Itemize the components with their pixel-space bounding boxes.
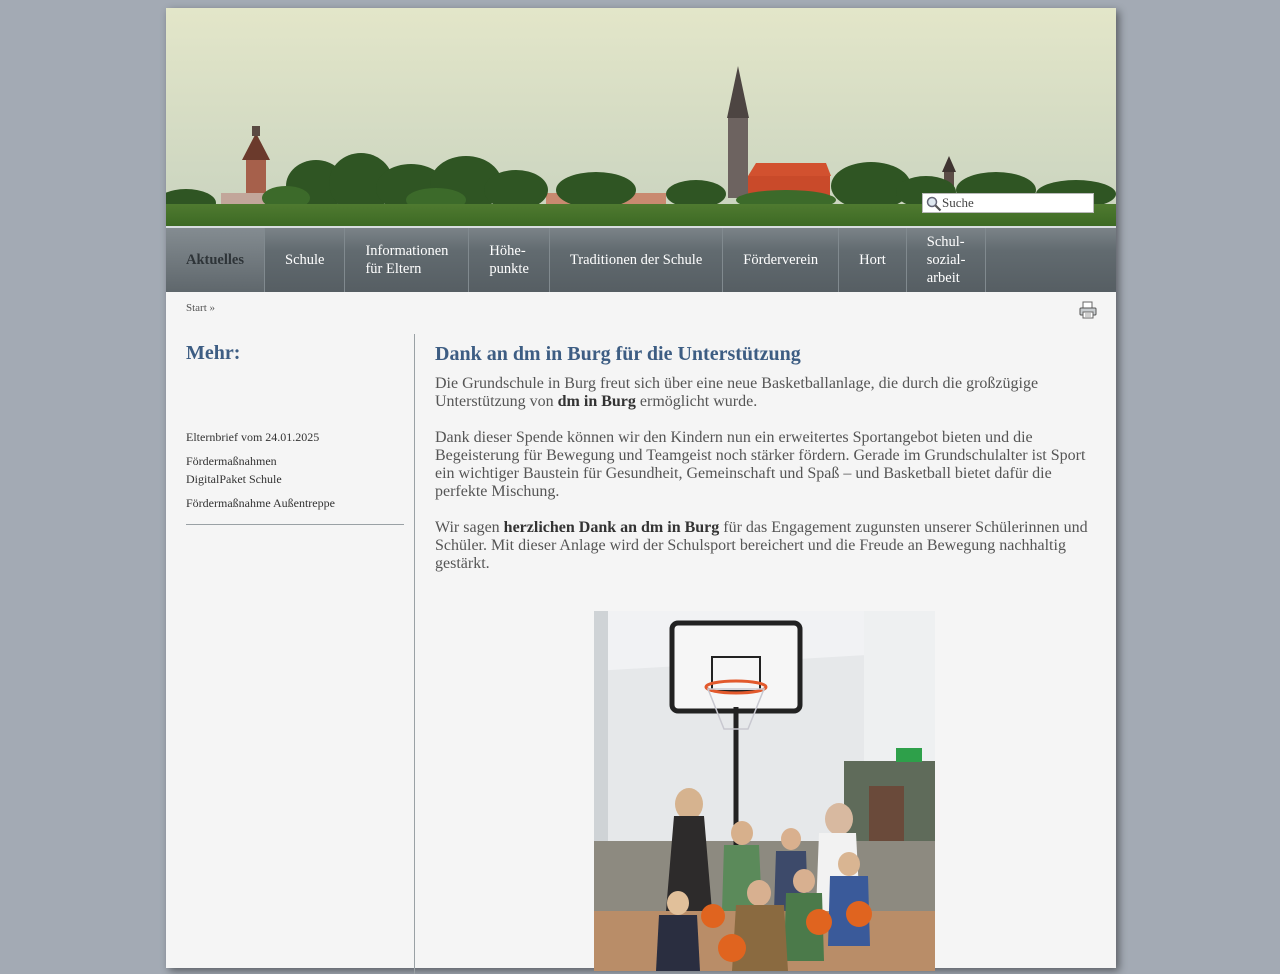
- page-container: Aktuelles Schule Informationen für Elter…: [166, 8, 1116, 974]
- search-box[interactable]: [922, 193, 1094, 213]
- sidebar-divider: [186, 524, 404, 525]
- search-icon: [926, 196, 942, 212]
- article-bold-dm: dm in Burg: [557, 393, 636, 410]
- nav-item-foerderverein[interactable]: Förderverein: [723, 228, 840, 292]
- nav-item-traditionen[interactable]: Traditionen der Schule: [550, 228, 724, 292]
- nav-item-hoehepunkte[interactable]: Höhe- punkte: [469, 228, 550, 292]
- article-bold-thanks: herzlichen Dank an dm in Burg: [503, 519, 720, 536]
- basketball-photo: [594, 611, 935, 971]
- sidebar: Mehr: Elternbrief vom 24.01.2025 Förderm…: [186, 342, 404, 525]
- nav-item-hort[interactable]: Hort: [839, 228, 907, 292]
- sidebar-item-digitalpaket[interactable]: DigitalPaket Schule: [186, 470, 404, 488]
- article-paragraph-1: Die Grundschule in Burg freut sich über …: [435, 375, 1039, 410]
- article-photo: [594, 611, 935, 971]
- printer-icon[interactable]: [1079, 301, 1097, 319]
- article-title: Dank an dm in Burg für die Unterstützung: [435, 343, 801, 365]
- sidebar-item-elternbrief[interactable]: Elternbrief vom 24.01.2025: [186, 428, 404, 446]
- sidebar-item-aussentreppe[interactable]: Fördermaßnahme Außentreppe: [186, 494, 404, 512]
- sidebar-list: Elternbrief vom 24.01.2025 Fördermaßnahm…: [186, 428, 404, 512]
- sidebar-item-foerdermassnahmen[interactable]: Fördermaßnahmen: [186, 452, 404, 470]
- breadcrumb[interactable]: Start »: [186, 302, 215, 314]
- article-paragraph-2: Dank dieser Spende können wir den Kinder…: [435, 429, 1086, 500]
- sidebar-title: Mehr:: [186, 342, 241, 364]
- nav-item-schulsozialarbeit[interactable]: Schul- sozial- arbeit: [907, 228, 987, 292]
- header-banner: [166, 8, 1116, 226]
- main-navigation: Aktuelles Schule Informationen für Elter…: [166, 226, 1116, 292]
- nav-item-schule[interactable]: Schule: [265, 228, 346, 292]
- search-input[interactable]: [942, 194, 1092, 212]
- nav-item-aktuelles[interactable]: Aktuelles: [166, 228, 265, 292]
- nav-item-informationen-fuer-eltern[interactable]: Informationen für Eltern: [345, 228, 470, 292]
- article-paragraph-3: Wir sagen herzlichen Dank an dm in Burg …: [435, 519, 1088, 572]
- column-divider: [414, 334, 415, 974]
- article: Dank an dm in Burg für die Unterstützung…: [435, 342, 1095, 591]
